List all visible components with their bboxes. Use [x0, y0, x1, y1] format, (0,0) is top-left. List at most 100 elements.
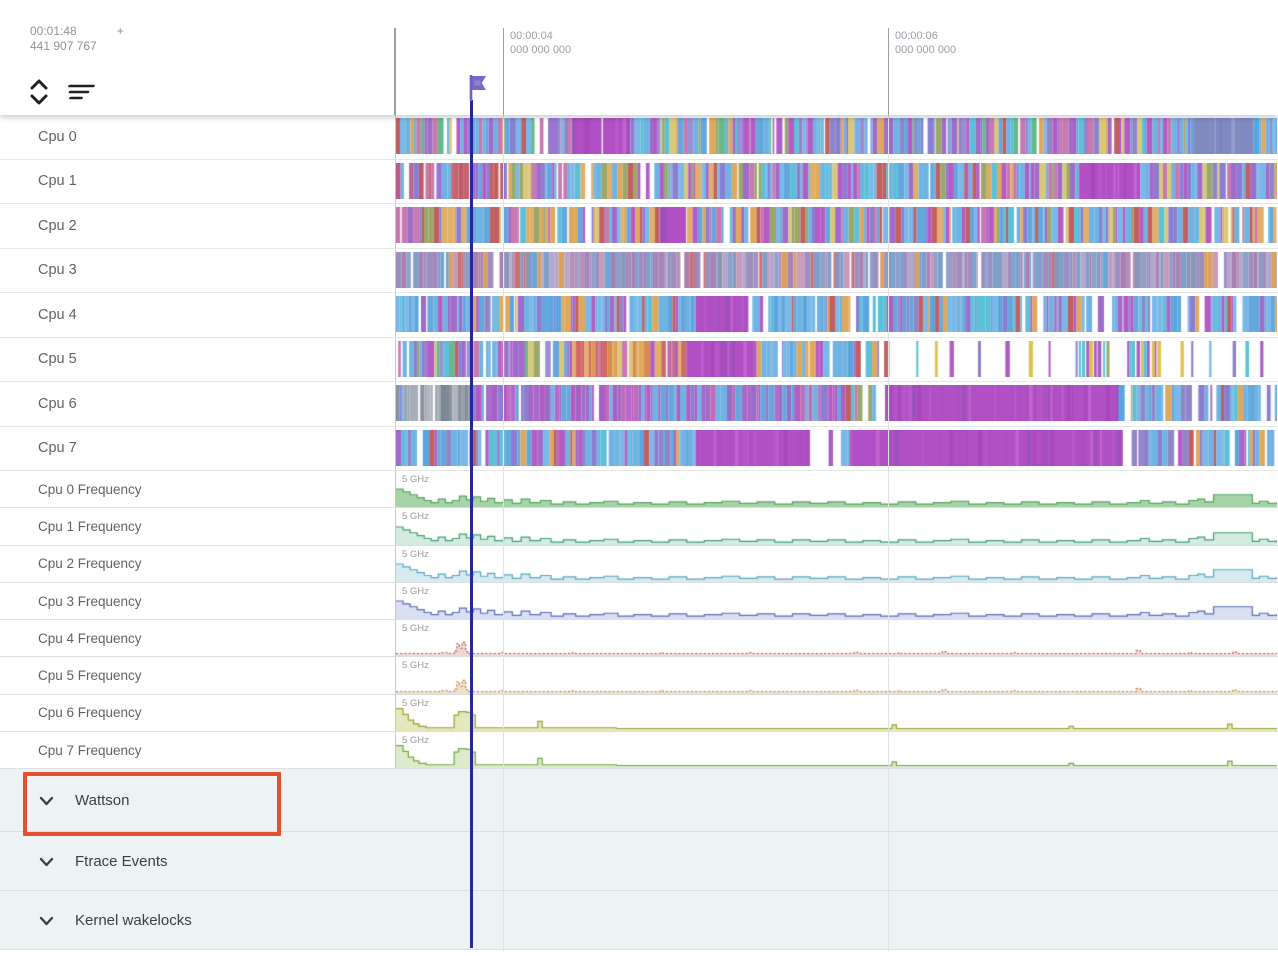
- track-label-cpu-freq-5[interactable]: Cpu 5 Frequency: [0, 657, 396, 693]
- chevron-down-icon[interactable]: [38, 792, 55, 809]
- section-label: Wattson: [75, 792, 129, 809]
- track-area: 5 GHz: [396, 657, 1278, 693]
- track-label-cpu-3[interactable]: Cpu 3: [0, 249, 396, 293]
- track-label-text: Cpu 6: [38, 396, 77, 412]
- cpu-frequency-track-row: Cpu 0 Frequency 5 GHz: [0, 471, 1278, 508]
- track-area: [396, 382, 1278, 426]
- selected-time-marker: [470, 100, 473, 948]
- cpu-frequency-canvas[interactable]: [396, 620, 1277, 656]
- frequency-scale-label: 5 GHz: [402, 660, 429, 671]
- cpu-frequency-canvas[interactable]: [396, 732, 1277, 768]
- track-label-cpu-freq-2[interactable]: Cpu 2 Frequency: [0, 546, 396, 582]
- track-label-cpu-freq-0[interactable]: Cpu 0 Frequency: [0, 471, 396, 507]
- cpu-track-row: Cpu 3: [0, 249, 1278, 294]
- track-label-text: Cpu 7 Frequency: [38, 743, 142, 758]
- track-list: Cpu 0 Cpu 1 Cpu 2 Cpu 3 Cpu 4 Cpu 5 Cpu 6 Cpu 7…: [0, 115, 1278, 950]
- cpu-slices-canvas[interactable]: [396, 163, 1277, 199]
- chevron-down-icon[interactable]: [38, 912, 55, 929]
- section-row-ftrace-events[interactable]: Ftrace Events: [0, 832, 1278, 891]
- track-label-cpu-freq-4[interactable]: Cpu 4 Frequency: [0, 620, 396, 656]
- tick-label: 00:00:04000 000 000: [510, 30, 571, 57]
- track-label-cpu-4[interactable]: Cpu 4: [0, 293, 396, 337]
- cpu-track-row: Cpu 6: [0, 382, 1278, 427]
- track-label-text: Cpu 1 Frequency: [38, 519, 142, 534]
- track-label-text: Cpu 5: [38, 351, 77, 367]
- cpu-slices-canvas[interactable]: [396, 252, 1277, 288]
- cpu-track-row: Cpu 5: [0, 338, 1278, 383]
- cpu-slices-canvas[interactable]: [396, 341, 1277, 377]
- track-sort-icon[interactable]: [62, 80, 96, 107]
- track-label-text: Cpu 4: [38, 307, 77, 323]
- chevron-down-icon[interactable]: [38, 853, 55, 870]
- track-label-text: Cpu 3: [38, 262, 77, 278]
- track-label-text: Cpu 2: [38, 218, 77, 234]
- cpu-frequency-track-row: Cpu 5 Frequency 5 GHz: [0, 657, 1278, 694]
- track-area: [396, 338, 1278, 382]
- cpu-slices-canvas[interactable]: [396, 118, 1277, 154]
- track-area: 5 GHz: [396, 620, 1278, 656]
- cpu-frequency-canvas[interactable]: [396, 509, 1277, 545]
- track-area: 5 GHz: [396, 546, 1278, 582]
- cpu-slices-canvas[interactable]: [396, 385, 1277, 421]
- tick-line: [503, 28, 504, 115]
- track-area: [396, 293, 1278, 337]
- cpu-frequency-canvas[interactable]: [396, 658, 1277, 694]
- track-label-cpu-freq-1[interactable]: Cpu 1 Frequency: [0, 508, 396, 544]
- section-row-wattson[interactable]: Wattson: [0, 769, 1278, 832]
- cursor-time-plus: +: [117, 24, 124, 38]
- track-label-text: Cpu 5 Frequency: [38, 668, 142, 683]
- track-area: 5 GHz: [396, 695, 1278, 731]
- frequency-scale-label: 5 GHz: [402, 698, 429, 709]
- track-label-text: Cpu 1: [38, 173, 77, 189]
- cpu-slices-canvas[interactable]: [396, 207, 1277, 243]
- track-label-cpu-1[interactable]: Cpu 1: [0, 160, 396, 204]
- cursor-time: 00:01:48: [30, 24, 77, 38]
- track-label-cpu-freq-6[interactable]: Cpu 6 Frequency: [0, 695, 396, 731]
- cpu-track-row: Cpu 2: [0, 204, 1278, 249]
- perfetto-trace-viewer: 00:01:48 + 441 907 767 00:00:04000 000 00…: [0, 0, 1278, 956]
- track-area: [396, 115, 1278, 159]
- track-label-text: Cpu 4 Frequency: [38, 631, 142, 646]
- frequency-scale-label: 5 GHz: [402, 549, 429, 560]
- track-label-cpu-6[interactable]: Cpu 6: [0, 382, 396, 426]
- track-label-text: Cpu 0: [38, 129, 77, 145]
- cpu-frequency-track-row: Cpu 4 Frequency 5 GHz: [0, 620, 1278, 657]
- cpu-frequency-canvas[interactable]: [396, 546, 1277, 582]
- frequency-scale-label: 5 GHz: [402, 586, 429, 597]
- cpu-slices-canvas[interactable]: [396, 430, 1277, 466]
- cpu-track-row: Cpu 7: [0, 427, 1278, 472]
- track-area: 5 GHz: [396, 508, 1278, 544]
- tick-label: 00:00:06000 000 000: [895, 30, 956, 57]
- cpu-frequency-track-row: Cpu 2 Frequency 5 GHz: [0, 546, 1278, 583]
- cpu-frequency-track-row: Cpu 1 Frequency 5 GHz: [0, 508, 1278, 545]
- track-label-cpu-2[interactable]: Cpu 2: [0, 204, 396, 248]
- cpu-slices-canvas[interactable]: [396, 296, 1277, 332]
- track-area: 5 GHz: [396, 471, 1278, 507]
- track-label-cpu-freq-7[interactable]: Cpu 7 Frequency: [0, 732, 396, 768]
- cpu-track-row: Cpu 1: [0, 160, 1278, 205]
- cursor-timestamp: 00:01:48 + 441 907 767: [30, 24, 124, 54]
- section-row-kernel-wakelocks[interactable]: Kernel wakelocks: [0, 891, 1278, 950]
- frequency-scale-label: 5 GHz: [402, 511, 429, 522]
- unfold-tracks-icon[interactable]: [26, 76, 52, 111]
- track-label-cpu-0[interactable]: Cpu 0: [0, 115, 396, 159]
- frequency-scale-label: 5 GHz: [402, 474, 429, 485]
- cursor-time-ns: 441 907 767: [30, 39, 124, 54]
- track-label-text: Cpu 2 Frequency: [38, 556, 142, 571]
- section-label: Ftrace Events: [75, 853, 168, 870]
- flag-marker-icon[interactable]: [461, 72, 489, 109]
- cpu-frequency-canvas[interactable]: [396, 695, 1277, 731]
- tick-line: [888, 28, 889, 115]
- cpu-frequency-track-row: Cpu 3 Frequency 5 GHz: [0, 583, 1278, 620]
- track-label-cpu-freq-3[interactable]: Cpu 3 Frequency: [0, 583, 396, 619]
- track-label-cpu-5[interactable]: Cpu 5: [0, 338, 396, 382]
- cpu-frequency-track-row: Cpu 7 Frequency 5 GHz: [0, 732, 1278, 769]
- cpu-frequency-canvas[interactable]: [396, 471, 1277, 507]
- cpu-frequency-canvas[interactable]: [396, 583, 1277, 619]
- cpu-track-row: Cpu 0: [0, 115, 1278, 160]
- track-label-text: Cpu 6 Frequency: [38, 705, 142, 720]
- track-label-text: Cpu 3 Frequency: [38, 594, 142, 609]
- track-area: 5 GHz: [396, 732, 1278, 768]
- section-label: Kernel wakelocks: [75, 912, 192, 929]
- track-label-cpu-7[interactable]: Cpu 7: [0, 427, 396, 471]
